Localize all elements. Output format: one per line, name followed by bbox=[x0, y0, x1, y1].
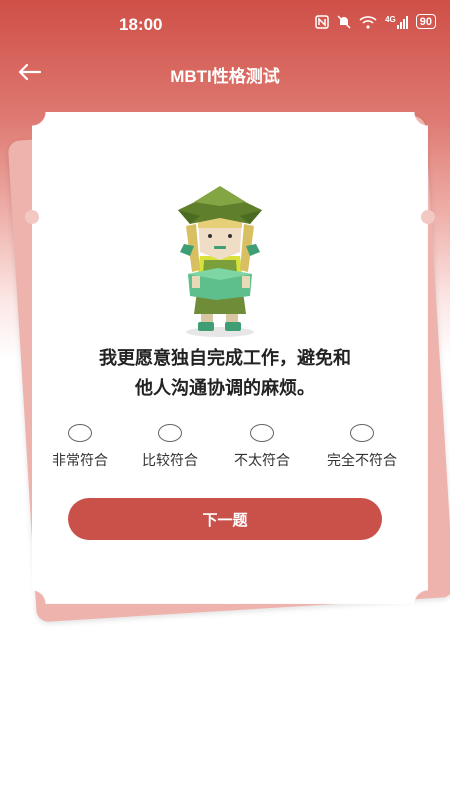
question-text: 我更愿意独自完成工作，避免和 他人沟通协调的麻烦。 bbox=[40, 344, 410, 404]
battery-icon: 90 bbox=[415, 14, 436, 29]
status-icons: 4G 90 bbox=[315, 14, 436, 29]
radio-button[interactable] bbox=[158, 424, 182, 442]
option-label: 非常符合 bbox=[52, 453, 108, 469]
wifi-icon bbox=[359, 15, 377, 29]
option-fairly-match[interactable]: 比较符合 bbox=[124, 424, 216, 470]
option-not-match[interactable]: 不太符合 bbox=[216, 424, 308, 470]
option-label: 不太符合 bbox=[234, 453, 290, 469]
radio-button[interactable] bbox=[350, 424, 374, 442]
mute-icon bbox=[337, 14, 351, 29]
option-very-match[interactable]: 非常符合 bbox=[34, 424, 126, 470]
nfc-icon bbox=[315, 14, 329, 29]
radio-button[interactable] bbox=[250, 424, 274, 442]
signal-label: 4G bbox=[385, 14, 396, 24]
option-label: 完全不符合 bbox=[327, 453, 397, 469]
app-bar: MBTI性格测试 bbox=[0, 52, 450, 92]
option-completely-not-match[interactable]: 完全不符合 bbox=[316, 424, 408, 470]
signal-icon: 4G bbox=[385, 15, 408, 29]
card-notch-left bbox=[25, 210, 39, 224]
option-label: 比较符合 bbox=[142, 453, 198, 469]
page-title: MBTI性格测试 bbox=[170, 67, 280, 86]
status-time: 18:00 bbox=[119, 15, 163, 34]
question-line-1: 我更愿意独自完成工作，避免和 bbox=[99, 348, 351, 369]
answer-options: 非常符合 比较符合 不太符合 完全不符合 bbox=[34, 424, 426, 474]
girl-illustration bbox=[178, 186, 262, 337]
next-question-button[interactable]: 下一题 bbox=[68, 498, 382, 540]
status-bar: 18:00 4G 90 bbox=[0, 0, 450, 52]
radio-button[interactable] bbox=[68, 424, 92, 442]
card-notch-right bbox=[421, 210, 435, 224]
question-line-2: 他人沟通协调的麻烦。 bbox=[135, 378, 315, 399]
